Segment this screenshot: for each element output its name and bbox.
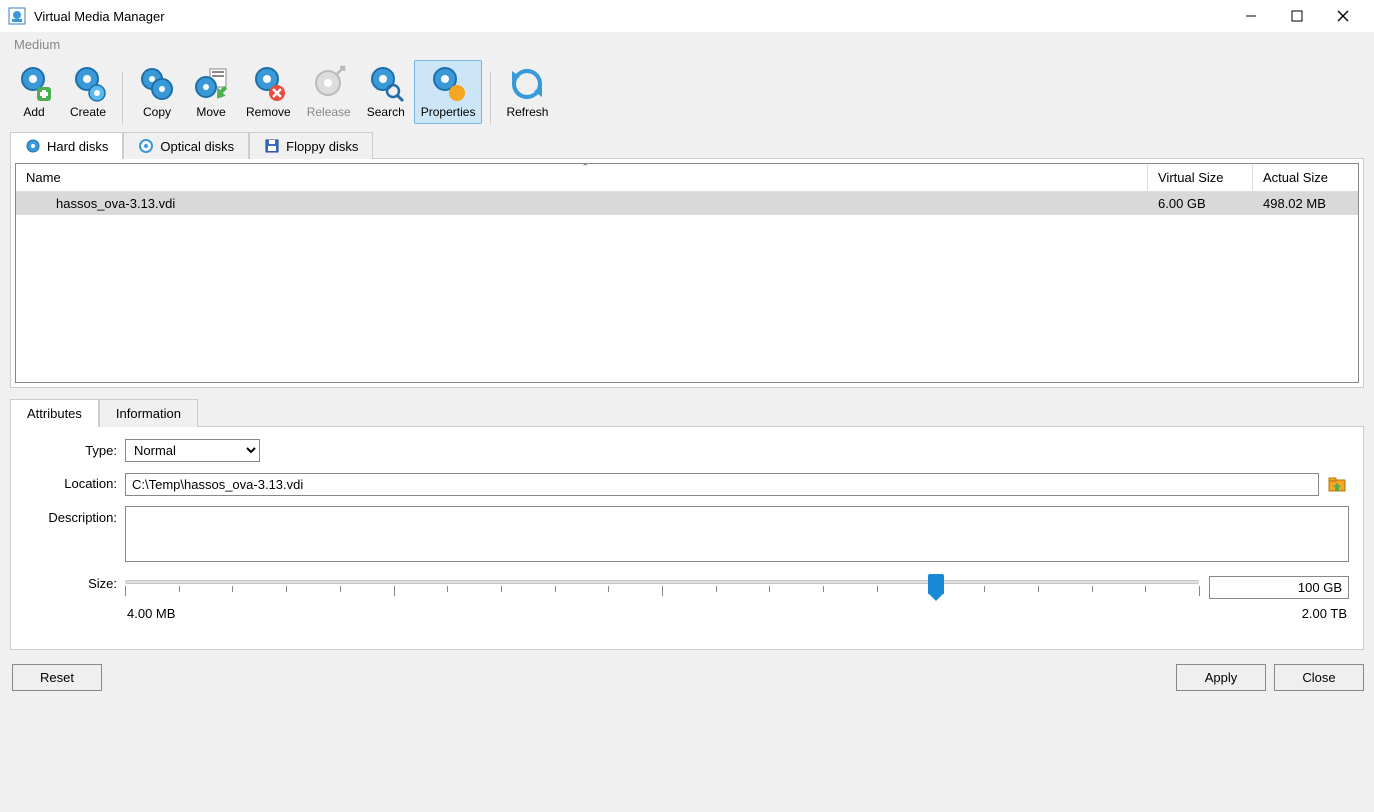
disk-remove-icon [249, 65, 287, 103]
slider-thumb[interactable] [928, 574, 944, 594]
size-label: Size: [25, 572, 125, 591]
disk-copy-icon [138, 65, 176, 103]
disk-search-icon [367, 65, 405, 103]
move-label: Move [196, 105, 225, 119]
media-tabs: Hard disks Optical disks Floppy disks [0, 128, 1374, 158]
type-label: Type: [25, 439, 125, 458]
disk-add-icon [15, 65, 53, 103]
disk-move-icon [192, 65, 230, 103]
add-label: Add [23, 105, 44, 119]
size-input[interactable] [1209, 576, 1349, 599]
create-label: Create [70, 105, 106, 119]
slider-ticks [125, 586, 1199, 596]
browse-location-button[interactable] [1325, 472, 1349, 496]
scale-max-label: 2.00 TB [1302, 606, 1347, 621]
optical-disk-icon [138, 138, 154, 154]
cell-asize: 498.02 MB [1253, 192, 1358, 215]
release-button[interactable]: Release [300, 60, 358, 124]
floppy-disk-icon [264, 138, 280, 154]
search-button[interactable]: Search [360, 60, 412, 124]
media-list-panel: ⌃ Name Virtual Size Actual Size hassos_o… [10, 158, 1364, 388]
type-select[interactable]: Normal [125, 439, 260, 462]
toolbar-separator [490, 72, 491, 124]
remove-label: Remove [246, 105, 291, 119]
size-slider[interactable] [125, 572, 1199, 602]
properties-button[interactable]: Properties [414, 60, 483, 124]
disk-properties-icon [429, 65, 467, 103]
titlebar: Virtual Media Manager [0, 0, 1374, 32]
description-label: Description: [25, 506, 125, 525]
search-label: Search [367, 105, 405, 119]
reset-button[interactable]: Reset [12, 664, 102, 691]
location-label: Location: [25, 472, 125, 491]
details-tabs: Attributes Information [10, 398, 1364, 426]
close-window-button[interactable]: Close [1274, 664, 1364, 691]
col-name[interactable]: ⌃ Name [16, 164, 1148, 191]
location-input[interactable] [125, 473, 1319, 496]
copy-button[interactable]: Copy [131, 60, 183, 124]
tab-hard-disks[interactable]: Hard disks [10, 132, 123, 159]
refresh-button[interactable]: Refresh [499, 60, 555, 124]
table-row[interactable]: hassos_ova-3.13.vdi 6.00 GB 498.02 MB [16, 192, 1358, 215]
refresh-label: Refresh [506, 105, 548, 119]
remove-button[interactable]: Remove [239, 60, 298, 124]
disk-create-icon [69, 65, 107, 103]
tab-attributes[interactable]: Attributes [10, 399, 99, 427]
tab-information[interactable]: Information [99, 399, 198, 427]
sort-indicator-icon: ⌃ [582, 162, 590, 173]
move-button[interactable]: Move [185, 60, 237, 124]
bottom-bar: Reset Apply Close [0, 658, 1374, 701]
tab-optical-disks-label: Optical disks [160, 139, 234, 154]
maximize-button[interactable] [1274, 0, 1320, 32]
cell-name: hassos_ova-3.13.vdi [16, 192, 1148, 215]
properties-label: Properties [421, 105, 476, 119]
create-button[interactable]: Create [62, 60, 114, 124]
tab-optical-disks[interactable]: Optical disks [123, 132, 249, 159]
disk-release-icon [310, 65, 348, 103]
attributes-panel: Type: Normal Location: Description: Size… [10, 426, 1364, 650]
release-label: Release [307, 105, 351, 119]
window-title: Virtual Media Manager [34, 9, 1228, 24]
close-button[interactable] [1320, 0, 1366, 32]
media-table: ⌃ Name Virtual Size Actual Size hassos_o… [15, 163, 1359, 383]
menubar: Medium [0, 32, 1374, 56]
add-button[interactable]: Add [8, 60, 60, 124]
scale-min-label: 4.00 MB [127, 606, 175, 621]
apply-button[interactable]: Apply [1176, 664, 1266, 691]
tab-floppy-disks[interactable]: Floppy disks [249, 132, 373, 159]
toolbar-separator [122, 72, 123, 124]
minimize-button[interactable] [1228, 0, 1274, 32]
slider-track [125, 580, 1199, 584]
tab-floppy-disks-label: Floppy disks [286, 139, 358, 154]
hard-disk-icon [25, 138, 41, 154]
col-actual-size[interactable]: Actual Size [1253, 164, 1358, 191]
table-header: ⌃ Name Virtual Size Actual Size [16, 164, 1358, 192]
cell-vsize: 6.00 GB [1148, 192, 1253, 215]
description-input[interactable] [125, 506, 1349, 562]
col-virtual-size[interactable]: Virtual Size [1148, 164, 1253, 191]
refresh-icon [508, 65, 546, 103]
menu-medium[interactable]: Medium [8, 35, 66, 54]
toolbar: Add Create Copy Move Remove Release [0, 56, 1374, 124]
tab-hard-disks-label: Hard disks [47, 139, 108, 154]
app-icon [8, 7, 26, 25]
copy-label: Copy [143, 105, 171, 119]
